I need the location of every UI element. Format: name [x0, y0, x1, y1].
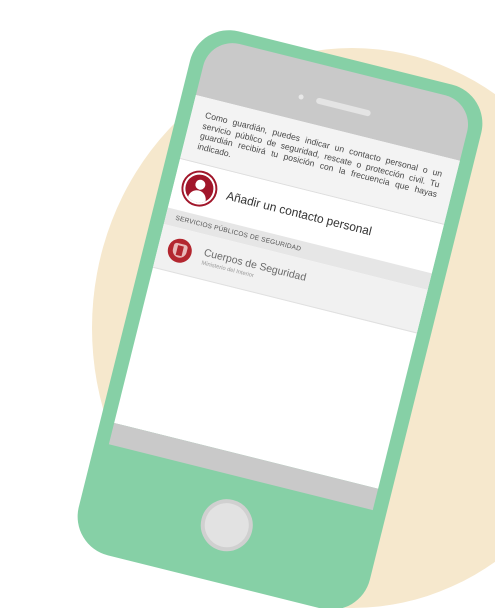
- person-icon: [180, 169, 219, 208]
- camera-icon: [298, 93, 305, 101]
- illustration-stage: Como guardián, puedes indicar un contact…: [0, 0, 495, 608]
- person-head-shape: [194, 178, 207, 191]
- home-button[interactable]: [195, 493, 259, 557]
- speaker-icon: [315, 97, 372, 117]
- person-shoulders-shape: [186, 188, 208, 207]
- security-emblem-icon: [165, 236, 195, 266]
